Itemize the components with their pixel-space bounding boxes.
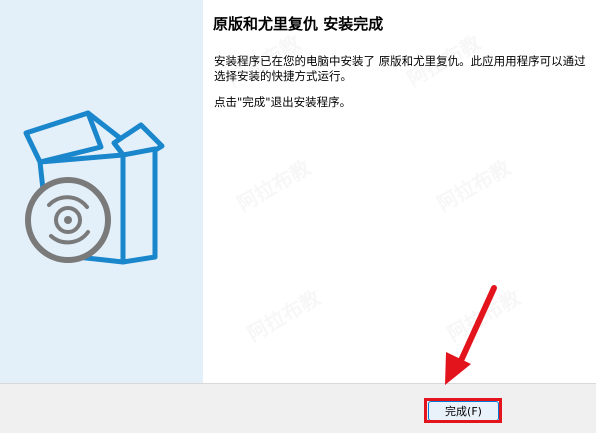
button-bar: 完成(F) <box>0 383 596 433</box>
watermark: 阿拉布教 <box>443 285 525 347</box>
watermark: 阿拉布教 <box>433 155 515 217</box>
software-box-with-disc-icon <box>23 110 165 265</box>
content-area: 原版和尤里复仇 安装完成 安装程序已在您的电脑中安装了 原版和尤里复仇。此应用用… <box>203 0 596 383</box>
side-panel <box>0 0 203 383</box>
watermark: 阿拉布教 <box>243 285 325 347</box>
watermark: 阿拉布教 <box>233 155 315 217</box>
finish-instruction: 点击"完成"退出安装程序。 <box>214 95 352 109</box>
finish-button[interactable]: 完成(F) <box>428 401 499 421</box>
install-description: 安装程序已在您的电脑中安装了 原版和尤里复仇。此应用用程序可以通过选择安装的快捷… <box>214 54 586 83</box>
installer-window: 原版和尤里复仇 安装完成 安装程序已在您的电脑中安装了 原版和尤里复仇。此应用用… <box>0 0 596 433</box>
page-title: 原版和尤里复仇 安装完成 <box>213 15 384 33</box>
